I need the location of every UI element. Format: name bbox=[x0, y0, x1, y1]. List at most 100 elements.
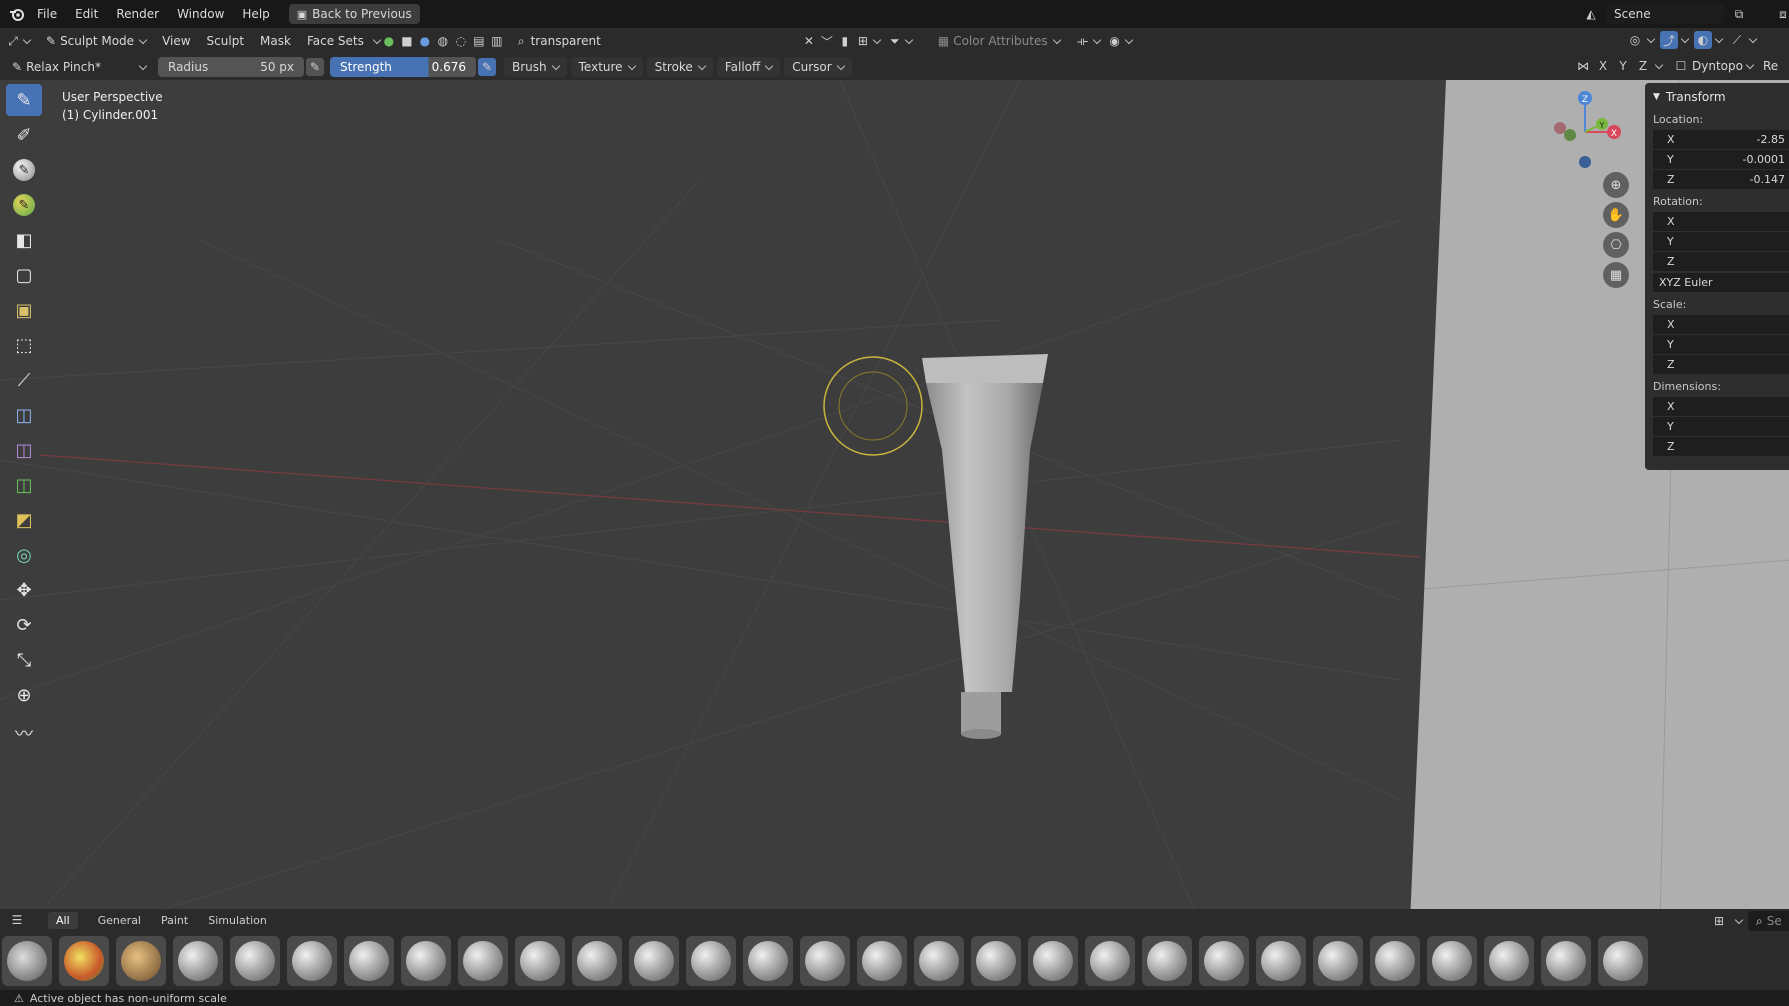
tool-move[interactable]: ✥ bbox=[6, 574, 42, 606]
menu-help[interactable]: Help bbox=[233, 7, 278, 21]
collapse-icon[interactable]: ﹀ bbox=[818, 32, 836, 50]
editor-type-icon[interactable]: ⤢ bbox=[4, 32, 22, 50]
brush-thumb-20[interactable] bbox=[1085, 935, 1135, 986]
blender-logo-icon[interactable] bbox=[6, 5, 28, 23]
stroke-menu[interactable]: Stroke bbox=[646, 57, 713, 77]
tool-line-project[interactable]: ⟋ bbox=[6, 364, 42, 396]
search-field[interactable]: ⌕ transparent bbox=[509, 31, 800, 51]
brush-thumb-13[interactable] bbox=[686, 935, 736, 986]
tube-mesh[interactable] bbox=[860, 240, 1120, 760]
view-layer-icon[interactable]: ⧈ bbox=[1774, 5, 1789, 23]
xray-icon[interactable]: ⟋ bbox=[1728, 31, 1746, 49]
tool-mask-by-color[interactable]: ◎ bbox=[6, 539, 42, 571]
brush-thumb-22[interactable] bbox=[1199, 935, 1249, 986]
shading-sphere-icon[interactable]: ● bbox=[416, 32, 434, 50]
location-x-field[interactable]: X -2.85 bbox=[1653, 130, 1789, 149]
dyntopo-checkbox[interactable]: ☐ bbox=[1672, 57, 1690, 75]
rotation-x-field[interactable]: X bbox=[1653, 212, 1789, 231]
brush-thumb-17[interactable] bbox=[914, 935, 964, 986]
mode-selector[interactable]: ✎ Sculpt Mode bbox=[38, 30, 154, 52]
scene-field[interactable]: Scene bbox=[1606, 4, 1724, 24]
brush-thumb-2[interactable] bbox=[59, 935, 109, 986]
menu-file[interactable]: File bbox=[28, 7, 66, 21]
brush-thumb-14[interactable] bbox=[743, 935, 793, 986]
rotation-z-field[interactable]: Z bbox=[1653, 252, 1789, 271]
menu-sculpt[interactable]: Sculpt bbox=[199, 30, 252, 52]
texture-menu[interactable]: Texture bbox=[570, 57, 643, 77]
tab-simulation[interactable]: Simulation bbox=[200, 912, 275, 929]
falloff-menu[interactable]: Falloff bbox=[716, 57, 781, 77]
brush-thumb-28[interactable] bbox=[1541, 935, 1591, 986]
menu-face-sets[interactable]: Face Sets bbox=[299, 30, 372, 52]
grid-view-icon[interactable]: ⊞ bbox=[1710, 912, 1728, 930]
tab-all[interactable]: All bbox=[48, 911, 78, 929]
tool-clay[interactable]: ✎ bbox=[6, 154, 42, 186]
transform-header[interactable]: ▼ Transform bbox=[1653, 87, 1789, 107]
brush-thumb-25[interactable] bbox=[1370, 935, 1420, 986]
overlays-icon[interactable]: ◐ bbox=[1694, 31, 1712, 49]
clear-search-icon[interactable]: ✕ bbox=[800, 32, 818, 50]
brush-thumb-3[interactable] bbox=[116, 935, 166, 986]
scale-x-field[interactable]: X bbox=[1653, 315, 1789, 334]
mask-square-icon[interactable]: ■ bbox=[398, 32, 416, 50]
brush-thumb-27[interactable] bbox=[1484, 935, 1534, 986]
back-to-previous-button[interactable]: ▣ Back to Previous bbox=[288, 4, 420, 24]
scene-selector-icon[interactable]: ◭ bbox=[1582, 5, 1600, 23]
asset-search-field[interactable]: ⌕ Se bbox=[1748, 911, 1789, 931]
tool-mesh-filter[interactable]: ◫ bbox=[6, 399, 42, 431]
brush-thumb-9[interactable] bbox=[458, 935, 508, 986]
mirror-z-toggle[interactable]: Z bbox=[1634, 57, 1652, 75]
location-y-field[interactable]: Y -0.0001 bbox=[1653, 150, 1789, 169]
tool-cloth-filter[interactable]: ◫ bbox=[6, 434, 42, 466]
tool-box-trim[interactable]: ⬚ bbox=[6, 329, 42, 361]
menu-render[interactable]: Render bbox=[107, 7, 168, 21]
radius-field[interactable]: Radius 50 px bbox=[158, 57, 304, 77]
symmetry-icon[interactable]: ⟛ bbox=[1074, 32, 1092, 50]
bookmark-icon[interactable]: ▮ bbox=[836, 32, 854, 50]
brush-menu[interactable]: Brush bbox=[504, 57, 567, 77]
strength-slider[interactable]: Strength 0.676 bbox=[330, 57, 476, 77]
menu-view[interactable]: View bbox=[154, 30, 198, 52]
menu-mask[interactable]: Mask bbox=[252, 30, 299, 52]
brush-thumb-23[interactable] bbox=[1256, 935, 1306, 986]
brush-thumb-21[interactable] bbox=[1142, 935, 1192, 986]
tool-paint[interactable]: ✎ bbox=[6, 189, 42, 221]
brush-thumb-19[interactable] bbox=[1028, 935, 1078, 986]
tool-box-face-set[interactable]: ▣ bbox=[6, 294, 42, 326]
brush-thumb-26[interactable] bbox=[1427, 935, 1477, 986]
color-attributes-selector[interactable]: ▦ Color Attributes bbox=[930, 30, 1068, 52]
tool-edit-face-set[interactable]: ◩ bbox=[6, 504, 42, 536]
mirror-x-toggle[interactable]: X bbox=[1594, 57, 1612, 75]
tool-color-filter[interactable]: ◫ bbox=[6, 469, 42, 501]
brush-thumb-11[interactable] bbox=[572, 935, 622, 986]
mirror-icon[interactable]: ⋈ bbox=[1574, 57, 1592, 75]
3d-viewport[interactable] bbox=[0, 80, 1789, 923]
brush-thumb-1[interactable] bbox=[2, 935, 52, 986]
tool-draw[interactable]: ✎ bbox=[6, 84, 42, 116]
location-z-field[interactable]: Z -0.147 bbox=[1653, 170, 1789, 189]
proportional-icon[interactable]: ◉ bbox=[1106, 32, 1124, 50]
brush-thumb-7[interactable] bbox=[344, 935, 394, 986]
rotation-mode-select[interactable]: XYZ Euler bbox=[1653, 273, 1789, 292]
menu-edit[interactable]: Edit bbox=[66, 7, 107, 21]
pan-hand-icon[interactable]: ✋ bbox=[1603, 202, 1629, 228]
hamburger-menu-icon[interactable]: ☰ bbox=[8, 911, 26, 929]
gizmo-toggle-icon[interactable]: ⤴ bbox=[1660, 31, 1678, 49]
strength-pressure-icon[interactable]: ✎ bbox=[478, 58, 496, 76]
cursor-menu[interactable]: Cursor bbox=[784, 57, 852, 77]
brush-thumb-15[interactable] bbox=[800, 935, 850, 986]
mirror-y-toggle[interactable]: Y bbox=[1614, 57, 1632, 75]
color-sphere-icon[interactable]: ● bbox=[380, 32, 398, 50]
scale-y-field[interactable]: Y bbox=[1653, 335, 1789, 354]
brush-selector[interactable]: ✎ Relax Pinch* bbox=[4, 56, 154, 78]
tab-paint[interactable]: Paint bbox=[153, 912, 196, 929]
tool-annotate[interactable]: 〰 bbox=[6, 717, 42, 749]
brush-thumb-16[interactable] bbox=[857, 935, 907, 986]
scale-z-field[interactable]: Z bbox=[1653, 355, 1789, 374]
brush-thumb-6[interactable] bbox=[287, 935, 337, 986]
visibility-icon[interactable]: ◎ bbox=[1626, 31, 1644, 49]
tab-general[interactable]: General bbox=[90, 912, 149, 929]
zoom-icon[interactable]: ⊕ bbox=[1603, 172, 1629, 198]
dimensions-y-field[interactable]: Y bbox=[1653, 417, 1789, 436]
sphere-grid-icon[interactable]: ◌ bbox=[452, 32, 470, 50]
